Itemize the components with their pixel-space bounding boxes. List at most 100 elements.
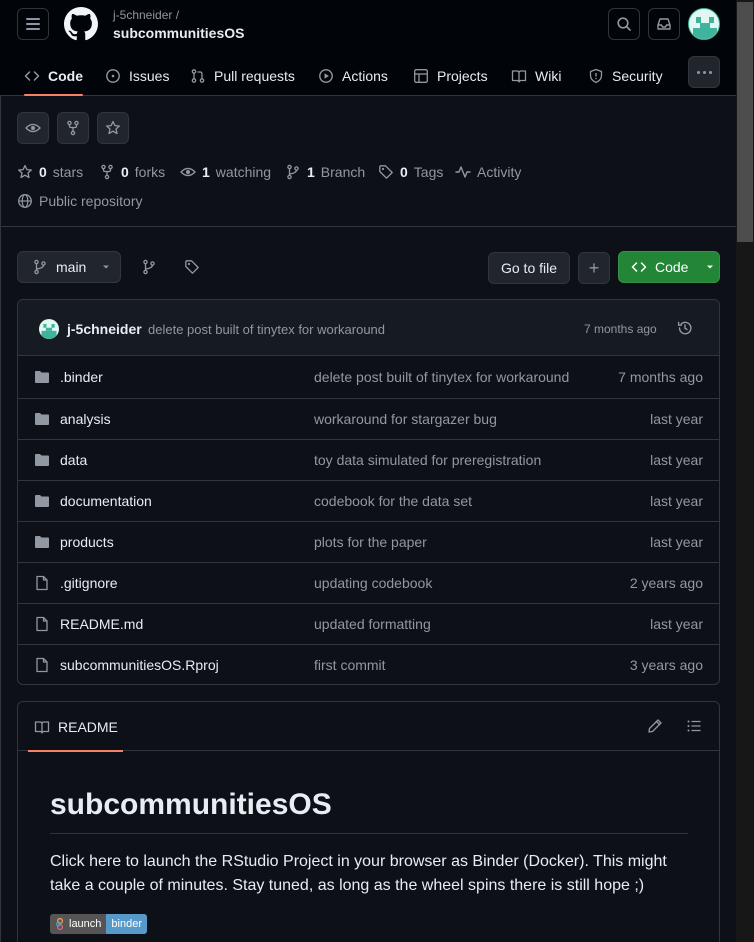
branch-select-button[interactable]: main — [17, 251, 121, 283]
tab-issues-label: Issues — [129, 68, 170, 84]
forks-stat[interactable]: 0 forks — [99, 162, 165, 182]
tab-code[interactable]: Code — [24, 56, 83, 96]
file-row[interactable]: data toy data simulated for preregistrat… — [18, 439, 719, 480]
forks-count: 0 — [121, 164, 129, 180]
file-row[interactable]: README.md updated formatting last year — [18, 603, 719, 644]
tab-security-label: Security — [612, 68, 663, 84]
add-file-button[interactable]: + — [578, 252, 610, 284]
owner-link[interactable]: j-5chneider / — [113, 8, 179, 22]
file-commit-date: last year — [650, 452, 703, 468]
identicon-icon — [693, 17, 717, 39]
file-name[interactable]: analysis — [60, 411, 111, 427]
tags-stat[interactable]: 0 Tags — [378, 162, 443, 182]
globe-icon — [18, 194, 32, 208]
page: j-5chneider / subcommunitiesOS Code Issu… — [0, 0, 736, 942]
history-button[interactable] — [677, 320, 693, 339]
file-row[interactable]: subcommunitiesOS.Rproj first commit 3 ye… — [18, 644, 719, 684]
tab-projects[interactable]: Projects — [413, 56, 488, 96]
github-logo-icon[interactable] — [64, 7, 98, 41]
file-name[interactable]: products — [60, 534, 114, 550]
tab-pull-requests[interactable]: Pull requests — [190, 56, 295, 96]
go-to-file-button[interactable]: Go to file — [488, 252, 570, 284]
stars-stat[interactable]: 0 stars — [17, 162, 83, 182]
table-icon — [414, 69, 428, 83]
caret-down-icon — [103, 265, 110, 269]
file-name[interactable]: .binder — [60, 369, 103, 385]
user-avatar[interactable] — [688, 8, 720, 40]
watching-label: watching — [215, 164, 272, 180]
file-commit-message[interactable]: workaround for stargazer bug — [314, 411, 497, 427]
star-icon — [106, 120, 120, 135]
more-tabs-button[interactable] — [688, 56, 720, 88]
scrollbar-thumb[interactable] — [737, 2, 753, 242]
watching-stat[interactable]: 1 watching — [180, 162, 271, 182]
file-row[interactable]: products plots for the paper last year — [18, 521, 719, 562]
branches-button[interactable] — [141, 259, 157, 278]
watch-button[interactable] — [17, 112, 49, 144]
file-name[interactable]: data — [60, 452, 87, 468]
tab-actions[interactable]: Actions — [318, 56, 388, 96]
pull-request-icon — [191, 69, 205, 83]
fork-button[interactable] — [57, 112, 89, 144]
file-commit-date: last year — [650, 616, 703, 632]
code-icon — [24, 71, 40, 81]
stars-count: 0 — [39, 164, 47, 180]
file-name[interactable]: .gitignore — [60, 575, 118, 591]
launch-binder-badge[interactable]: launch binder — [50, 914, 147, 934]
file-commit-date: last year — [650, 411, 703, 427]
commit-message[interactable]: delete post built of tinytex for workaro… — [148, 322, 385, 337]
readme-panel: README subcommunitiesOS Click here to la… — [17, 701, 720, 942]
tag-icon — [185, 260, 199, 274]
file-icon — [36, 657, 48, 673]
file-name[interactable]: README.md — [60, 616, 143, 632]
repo-tabs: Code Issues Pull requests Actions Projec… — [0, 56, 736, 96]
book-icon — [34, 720, 50, 734]
window-border — [0, 0, 1, 942]
stars-label: stars — [52, 164, 84, 180]
readme-paragraph: Click here to launch the RStudio Project… — [50, 853, 667, 894]
inbox-button[interactable] — [648, 8, 680, 40]
file-icon — [36, 575, 48, 591]
commit-time: 7 months ago — [584, 322, 657, 336]
file-list: j-5chneider delete post built of tinytex… — [17, 299, 720, 685]
tab-code-label: Code — [48, 68, 83, 84]
file-commit-message[interactable]: first commit — [314, 657, 386, 673]
file-commit-message[interactable]: plots for the paper — [314, 534, 427, 550]
file-commit-message[interactable]: updating codebook — [314, 575, 432, 591]
branch-name: main — [56, 259, 87, 275]
inbox-icon — [657, 18, 671, 30]
file-commit-message[interactable]: toy data simulated for preregistration — [314, 452, 541, 468]
search-button[interactable] — [608, 8, 640, 40]
tab-wiki[interactable]: Wiki — [511, 56, 561, 96]
badge-right: binder — [106, 914, 147, 934]
file-row[interactable]: .gitignore updating codebook 2 years ago — [18, 562, 719, 603]
file-commit-message[interactable]: codebook for the data set — [314, 493, 472, 509]
file-commit-message[interactable]: delete post built of tinytex for workaro… — [314, 369, 569, 385]
tag-icon — [379, 165, 393, 179]
activity-link[interactable]: Activity — [455, 162, 521, 182]
pencil-icon — [648, 719, 662, 733]
tab-issues[interactable]: Issues — [105, 56, 169, 96]
author-avatar[interactable] — [39, 319, 59, 339]
readme-tab[interactable]: README — [28, 702, 123, 752]
outline-button[interactable] — [686, 718, 702, 737]
menu-button[interactable] — [17, 8, 49, 40]
edit-readme-button[interactable] — [647, 718, 663, 737]
branch-stat[interactable]: 1 Branch — [285, 162, 365, 182]
file-row[interactable]: analysis workaround for stargazer bug la… — [18, 398, 719, 439]
file-name[interactable]: documentation — [60, 493, 152, 509]
tags-button[interactable] — [184, 259, 200, 278]
file-name[interactable]: subcommunitiesOS.Rproj — [60, 657, 219, 673]
commit-author[interactable]: j-5chneider — [67, 321, 142, 337]
star-button[interactable] — [97, 112, 129, 144]
file-row[interactable]: documentation codebook for the data set … — [18, 480, 719, 521]
list-icon — [687, 720, 701, 732]
tab-security[interactable]: Security — [588, 56, 663, 96]
file-commit-message[interactable]: updated formatting — [314, 616, 431, 632]
play-icon — [319, 69, 333, 83]
tab-wiki-label: Wiki — [535, 68, 562, 84]
history-icon — [677, 321, 692, 335]
code-button[interactable]: Code — [618, 251, 720, 283]
file-row[interactable]: .binder delete post built of tinytex for… — [18, 357, 719, 398]
repo-name-link[interactable]: subcommunitiesOS — [113, 25, 244, 41]
